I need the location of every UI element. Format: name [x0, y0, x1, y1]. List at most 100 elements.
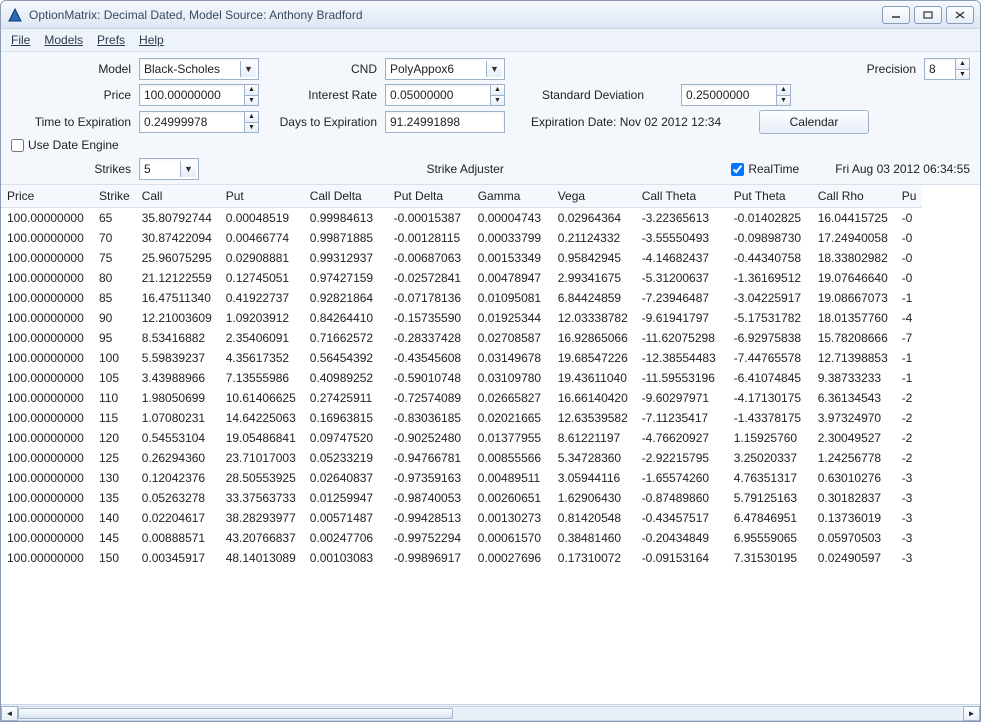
strikes-label: Strikes: [11, 162, 131, 176]
column-header[interactable]: Call Theta: [636, 185, 728, 208]
column-header[interactable]: Gamma: [472, 185, 552, 208]
cell: 35.80792744: [136, 208, 220, 229]
column-header[interactable]: Put Theta: [728, 185, 812, 208]
table-row[interactable]: 100.000000001250.2629436023.710170030.05…: [1, 448, 922, 468]
cell: -0.00128115: [388, 228, 472, 248]
cell: 0.01259947: [304, 488, 388, 508]
column-header[interactable]: Put Delta: [388, 185, 472, 208]
table-row[interactable]: 100.000000008516.475113400.419227370.928…: [1, 288, 922, 308]
column-header[interactable]: Call: [136, 185, 220, 208]
cell: 19.43611040: [552, 368, 636, 388]
menu-models[interactable]: Models: [44, 33, 83, 47]
precision-spin[interactable]: 8 ▲▼: [924, 58, 970, 80]
cell: 0.05233219: [304, 448, 388, 468]
cell: 0.26294360: [136, 448, 220, 468]
use-date-engine-input[interactable]: [11, 139, 24, 152]
realtime-checkbox[interactable]: RealTime: [731, 162, 799, 176]
cell: 0.38481460: [552, 528, 636, 548]
step-up-icon[interactable]: ▲: [490, 85, 504, 96]
cell: 19.07646640: [812, 268, 896, 288]
cell: 17.24940058: [812, 228, 896, 248]
step-down-icon[interactable]: ▼: [955, 70, 969, 80]
table-row[interactable]: 100.000000001450.0088857143.207668370.00…: [1, 528, 922, 548]
maximize-button[interactable]: [914, 6, 942, 24]
column-header[interactable]: Price: [1, 185, 93, 208]
tte-spin[interactable]: 0.24999978 ▲▼: [139, 111, 259, 133]
cell: 0.00345917: [136, 548, 220, 568]
minimize-button[interactable]: [882, 6, 910, 24]
cell: 16.47511340: [136, 288, 220, 308]
table-row[interactable]: 100.000000001200.5455310419.054868410.09…: [1, 428, 922, 448]
stddev-spin[interactable]: 0.25000000 ▲▼: [681, 84, 791, 106]
cell: 12.21003609: [136, 308, 220, 328]
close-button[interactable]: [946, 6, 974, 24]
scroll-left-icon[interactable]: ◄: [1, 706, 18, 721]
column-header[interactable]: Vega: [552, 185, 636, 208]
cell: -3.04225917: [728, 288, 812, 308]
cell: -0.00015387: [388, 208, 472, 229]
cell: -6.92975838: [728, 328, 812, 348]
table-row[interactable]: 100.00000000958.534168822.354060910.7166…: [1, 328, 922, 348]
horizontal-scrollbar[interactable]: ◄ ►: [1, 704, 980, 721]
table-row[interactable]: 100.000000001101.9805069910.614066250.27…: [1, 388, 922, 408]
dte-field[interactable]: 91.24991898: [385, 111, 505, 133]
column-header[interactable]: Call Delta: [304, 185, 388, 208]
cell: 2.30049527: [812, 428, 896, 448]
cell: 0.00260651: [472, 488, 552, 508]
cell: 3.97324970: [812, 408, 896, 428]
scroll-right-icon[interactable]: ►: [963, 706, 980, 721]
cnd-combo[interactable]: PolyAppox6 ▼: [385, 58, 505, 80]
model-combo[interactable]: Black-Scholes ▼: [139, 58, 259, 80]
table-row[interactable]: 100.000000006535.807927440.000485190.999…: [1, 208, 922, 229]
realtime-input[interactable]: [731, 163, 744, 176]
cell: 1.62906430: [552, 488, 636, 508]
cell: 0.97427159: [304, 268, 388, 288]
table-row[interactable]: 100.000000007030.874220940.004667740.998…: [1, 228, 922, 248]
table-row[interactable]: 100.000000001400.0220461738.282939770.00…: [1, 508, 922, 528]
column-header[interactable]: Call Rho: [812, 185, 896, 208]
cell: 140: [93, 508, 136, 528]
table-row[interactable]: 100.000000001300.1204237628.505539250.02…: [1, 468, 922, 488]
table-row[interactable]: 100.000000001053.439889667.135559860.409…: [1, 368, 922, 388]
use-date-engine-checkbox[interactable]: Use Date Engine: [11, 138, 141, 152]
table-row[interactable]: 100.000000001500.0034591748.140130890.00…: [1, 548, 922, 568]
strikes-combo[interactable]: 5 ▼: [139, 158, 199, 180]
timestamp: Fri Aug 03 2012 06:34:55: [835, 162, 970, 176]
step-down-icon[interactable]: ▼: [490, 96, 504, 106]
menu-file[interactable]: File: [11, 33, 30, 47]
cell: 3.25020337: [728, 448, 812, 468]
menu-help[interactable]: Help: [139, 33, 164, 47]
table-row[interactable]: 100.000000007525.960752950.029088810.993…: [1, 248, 922, 268]
calendar-button[interactable]: Calendar: [759, 110, 869, 134]
table-row[interactable]: 100.000000001005.598392374.356173520.564…: [1, 348, 922, 368]
cell: 0.02490597: [812, 548, 896, 568]
column-header[interactable]: Put: [220, 185, 304, 208]
column-header[interactable]: Pu: [896, 185, 923, 208]
step-down-icon[interactable]: ▼: [244, 96, 258, 106]
scroll-track[interactable]: [18, 706, 963, 721]
table-row[interactable]: 100.000000001151.0708023114.642250630.16…: [1, 408, 922, 428]
cell: -1: [896, 348, 923, 368]
scroll-thumb[interactable]: [18, 708, 453, 719]
cell: -7.23946487: [636, 288, 728, 308]
step-up-icon[interactable]: ▲: [244, 85, 258, 96]
column-header[interactable]: Strike: [93, 185, 136, 208]
cell: -0.43545608: [388, 348, 472, 368]
cell: 0.40989252: [304, 368, 388, 388]
cell: 28.50553925: [220, 468, 304, 488]
table-row[interactable]: 100.000000008021.121225590.127450510.974…: [1, 268, 922, 288]
cell: -7.11235417: [636, 408, 728, 428]
menu-prefs[interactable]: Prefs: [97, 33, 125, 47]
cell: 100: [93, 348, 136, 368]
step-up-icon[interactable]: ▲: [776, 85, 790, 96]
price-spin[interactable]: 100.00000000 ▲▼: [139, 84, 259, 106]
step-down-icon[interactable]: ▼: [244, 123, 258, 133]
step-down-icon[interactable]: ▼: [776, 96, 790, 106]
interest-spin[interactable]: 0.05000000 ▲▼: [385, 84, 505, 106]
cell: 0.05970503: [812, 528, 896, 548]
table-row[interactable]: 100.000000009012.210036091.092039120.842…: [1, 308, 922, 328]
step-up-icon[interactable]: ▲: [244, 112, 258, 123]
tte-label: Time to Expiration: [11, 115, 131, 129]
step-up-icon[interactable]: ▲: [955, 59, 969, 70]
table-row[interactable]: 100.000000001350.0526327833.375637330.01…: [1, 488, 922, 508]
